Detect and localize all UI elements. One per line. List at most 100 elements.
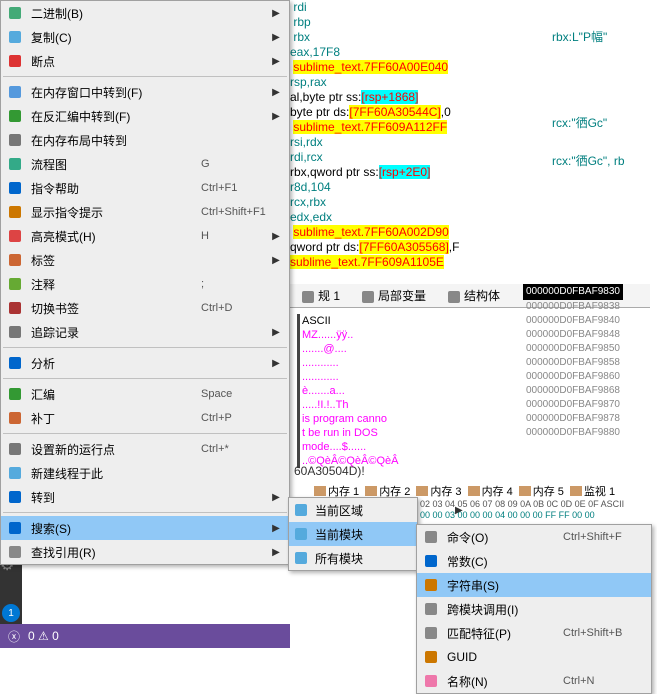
menu-item-disasm-icon[interactable]: 在反汇编中转到(F)▶ bbox=[1, 104, 289, 128]
menu-item-breakpoint-icon[interactable]: 断点▶ bbox=[1, 49, 289, 73]
ascii-row[interactable]: MZ......ÿÿ.. bbox=[302, 328, 445, 342]
menu-item-tag-icon[interactable]: 标签▶ bbox=[1, 248, 289, 272]
disasm-line[interactable]: byte ptr ds:[7FF60A30544C],0 bbox=[290, 105, 550, 120]
hex-bytes-header: 02 03 04 05 06 07 08 09 0A 0B 0C 0D 0E 0… bbox=[420, 499, 624, 521]
menu-item-highlight-icon[interactable]: 高亮模式(H)H▶ bbox=[1, 224, 289, 248]
hex-ascii-view[interactable]: ASCII MZ......ÿÿ.........@..............… bbox=[297, 314, 445, 468]
menu-item-copy-icon[interactable]: 复制(C)▶ bbox=[1, 25, 289, 49]
memory-tab[interactable]: 内存 5 bbox=[519, 483, 564, 499]
stack-row[interactable]: 000000D0FBAF9848 bbox=[523, 328, 623, 342]
memory-tab[interactable]: 内存 3 bbox=[416, 483, 461, 499]
stack-row[interactable]: 000000D0FBAF9878 bbox=[523, 412, 623, 426]
menu-item-string-icon[interactable]: 字符串(S) bbox=[417, 573, 651, 597]
menu-item-intermod-icon[interactable]: 跨模块调用(I) bbox=[417, 597, 651, 621]
disasm-line[interactable]: edx,edx bbox=[290, 210, 550, 225]
disasm-line[interactable]: rdi bbox=[290, 0, 550, 15]
disasm-line[interactable]: qword ptr ds:[7FF60A305568],F bbox=[290, 240, 550, 255]
menu-item-trace-icon[interactable]: 追踪记录▶ bbox=[1, 320, 289, 344]
menu-item-module-icon[interactable]: 当前模块▶ bbox=[289, 522, 417, 546]
error-warning-count[interactable]: 0 ⚠ 0 bbox=[28, 629, 59, 643]
stack-row[interactable]: 000000D0FBAF9858 bbox=[523, 356, 623, 370]
disasm-line[interactable]: sublime_text.7FF60A002D90 bbox=[290, 225, 550, 240]
menu-label: 当前区域 bbox=[315, 502, 385, 519]
disasm-line[interactable]: rsp,rax bbox=[290, 75, 550, 90]
menu-item-patch-icon[interactable]: 补丁Ctrl+P bbox=[1, 406, 289, 430]
submenu-arrow-icon: ▶ bbox=[271, 523, 281, 534]
panel-tab[interactable]: 规 1 bbox=[296, 285, 344, 306]
menu-item-memlayout-icon[interactable]: 在内存布局中转到 bbox=[1, 128, 289, 152]
vscode-status-bar[interactable]: ⓧ 0 ⚠ 0 bbox=[0, 624, 290, 648]
copy-icon bbox=[5, 27, 25, 47]
search-type-submenu[interactable]: 命令(O)Ctrl+Shift+F常数(C)字符串(S)跨模块调用(I)匹配特征… bbox=[416, 524, 652, 694]
menu-item-seteip-icon[interactable]: 设置新的运行点Ctrl+* bbox=[1, 437, 289, 461]
disasm-line[interactable]: rbx,qword ptr ss:[rsp+2E0] bbox=[290, 165, 550, 180]
stack-row[interactable]: 000000D0FBAF9860 bbox=[523, 370, 623, 384]
menu-item-analyze-icon[interactable]: 分析▶ bbox=[1, 351, 289, 375]
menu-item-search-icon[interactable]: 搜索(S)▶ bbox=[1, 516, 289, 540]
menu-item-region-icon[interactable]: 当前区域▶ bbox=[289, 498, 417, 522]
memory-tab[interactable]: 内存 4 bbox=[468, 483, 513, 499]
menu-item-names-icon[interactable]: 名称(N)Ctrl+N bbox=[417, 669, 651, 693]
stack-row[interactable]: 000000D0FBAF9880 bbox=[523, 426, 623, 440]
menu-item-bookmark-icon[interactable]: 切换书签Ctrl+D bbox=[1, 296, 289, 320]
menu-item-binary-icon[interactable]: 二进制(B)▶ bbox=[1, 1, 289, 25]
memory-tab[interactable]: 监视 1 bbox=[570, 483, 615, 499]
stack-row[interactable]: 000000D0FBAF9840 bbox=[523, 314, 623, 328]
disasm-line[interactable]: rcx,rbx bbox=[290, 195, 550, 210]
disasm-line[interactable]: rbx bbox=[290, 30, 550, 45]
dump-icon bbox=[519, 486, 531, 496]
disasm-line[interactable]: r8d,104 bbox=[290, 180, 550, 195]
stack-row[interactable]: 000000D0FBAF9870 bbox=[523, 398, 623, 412]
menu-item-allmod-icon[interactable]: 所有模块▶ bbox=[289, 546, 417, 570]
dump-icon bbox=[416, 486, 428, 496]
disasm-line[interactable]: rbp bbox=[290, 15, 550, 30]
disasm-line[interactable]: al,byte ptr ss:[rsp+1868] bbox=[290, 90, 550, 105]
disasm-line[interactable]: eax,17F8 bbox=[290, 45, 550, 60]
stack-row[interactable]: 000000D0FBAF9868 bbox=[523, 384, 623, 398]
disasm-line[interactable]: rdi,rcx bbox=[290, 150, 550, 165]
search-icon bbox=[5, 518, 25, 538]
context-menu[interactable]: 二进制(B)▶复制(C)▶断点▶在内存窗口中转到(F)▶在反汇编中转到(F)▶在… bbox=[0, 0, 290, 565]
menu-item-xref-icon[interactable]: 查找引用(R)▶ bbox=[1, 540, 289, 564]
ascii-row[interactable]: ............ bbox=[302, 370, 445, 384]
search-scope-submenu[interactable]: 当前区域▶当前模块▶所有模块▶ bbox=[288, 497, 418, 571]
ascii-row[interactable]: .......@.... bbox=[302, 342, 445, 356]
menu-item-hint-icon[interactable]: 显示指令提示Ctrl+Shift+F1 bbox=[1, 200, 289, 224]
panel-tab[interactable]: 局部变量 bbox=[356, 285, 430, 306]
menu-item-cmd-icon[interactable]: 命令(O)Ctrl+Shift+F bbox=[417, 525, 651, 549]
locals-icon bbox=[360, 289, 374, 303]
submenu-arrow-icon: ▶ bbox=[271, 32, 281, 43]
disasm-line[interactable]: sublime_text.7FF609A1105E bbox=[290, 255, 550, 270]
menu-label: 二进制(B) bbox=[31, 5, 201, 22]
menu-label: 显示指令提示 bbox=[31, 204, 201, 221]
menu-item-asm-icon[interactable]: 汇编Space bbox=[1, 382, 289, 406]
menu-item-memdump-icon[interactable]: 在内存窗口中转到(F)▶ bbox=[1, 80, 289, 104]
notification-badge[interactable]: 1 bbox=[2, 604, 20, 622]
ascii-row[interactable]: is program canno bbox=[302, 412, 445, 426]
stack-address-column[interactable]: 000000D0FBAF9830 000000D0FBAF9838000000D… bbox=[523, 284, 623, 440]
ascii-row[interactable]: .....!I.!..Th bbox=[302, 398, 445, 412]
disasm-line[interactable]: sublime_text.7FF60A00E040 bbox=[290, 60, 550, 75]
disasm-line[interactable]: rsi,rdx bbox=[290, 135, 550, 150]
ascii-row[interactable]: ............ bbox=[302, 356, 445, 370]
trace-icon bbox=[5, 322, 25, 342]
help-icon bbox=[5, 178, 25, 198]
menu-item-graph-icon[interactable]: 流程图G bbox=[1, 152, 289, 176]
ascii-row[interactable]: t be run in DOS bbox=[302, 426, 445, 440]
menu-item-comment-icon[interactable]: 注释; bbox=[1, 272, 289, 296]
menu-item-const-icon[interactable]: 常数(C) bbox=[417, 549, 651, 573]
menu-item-thread-icon[interactable]: 新建线程于此 bbox=[1, 461, 289, 485]
stack-row[interactable]: 000000D0FBAF9850 bbox=[523, 342, 623, 356]
disassembly-view[interactable]: rdi rbp rbxeax,17F8 sublime_text.7FF60A0… bbox=[290, 0, 550, 270]
panel-tab[interactable]: 结构体 bbox=[442, 285, 504, 306]
menu-label: 追踪记录 bbox=[31, 324, 201, 341]
stack-row[interactable]: 000000D0FBAF9838 bbox=[523, 300, 623, 314]
menu-item-guid-icon[interactable]: GUID bbox=[417, 645, 651, 669]
menu-item-pattern-icon[interactable]: 匹配特征(P)Ctrl+Shift+B bbox=[417, 621, 651, 645]
menu-item-help-icon[interactable]: 指令帮助Ctrl+F1 bbox=[1, 176, 289, 200]
menu-item-goto-icon[interactable]: 转到▶ bbox=[1, 485, 289, 509]
ascii-row[interactable]: mode....$...... bbox=[302, 440, 445, 454]
ascii-row[interactable]: è.......a... bbox=[302, 384, 445, 398]
goto-icon bbox=[5, 487, 25, 507]
disasm-line[interactable]: sublime_text.7FF609A112FF bbox=[290, 120, 550, 135]
